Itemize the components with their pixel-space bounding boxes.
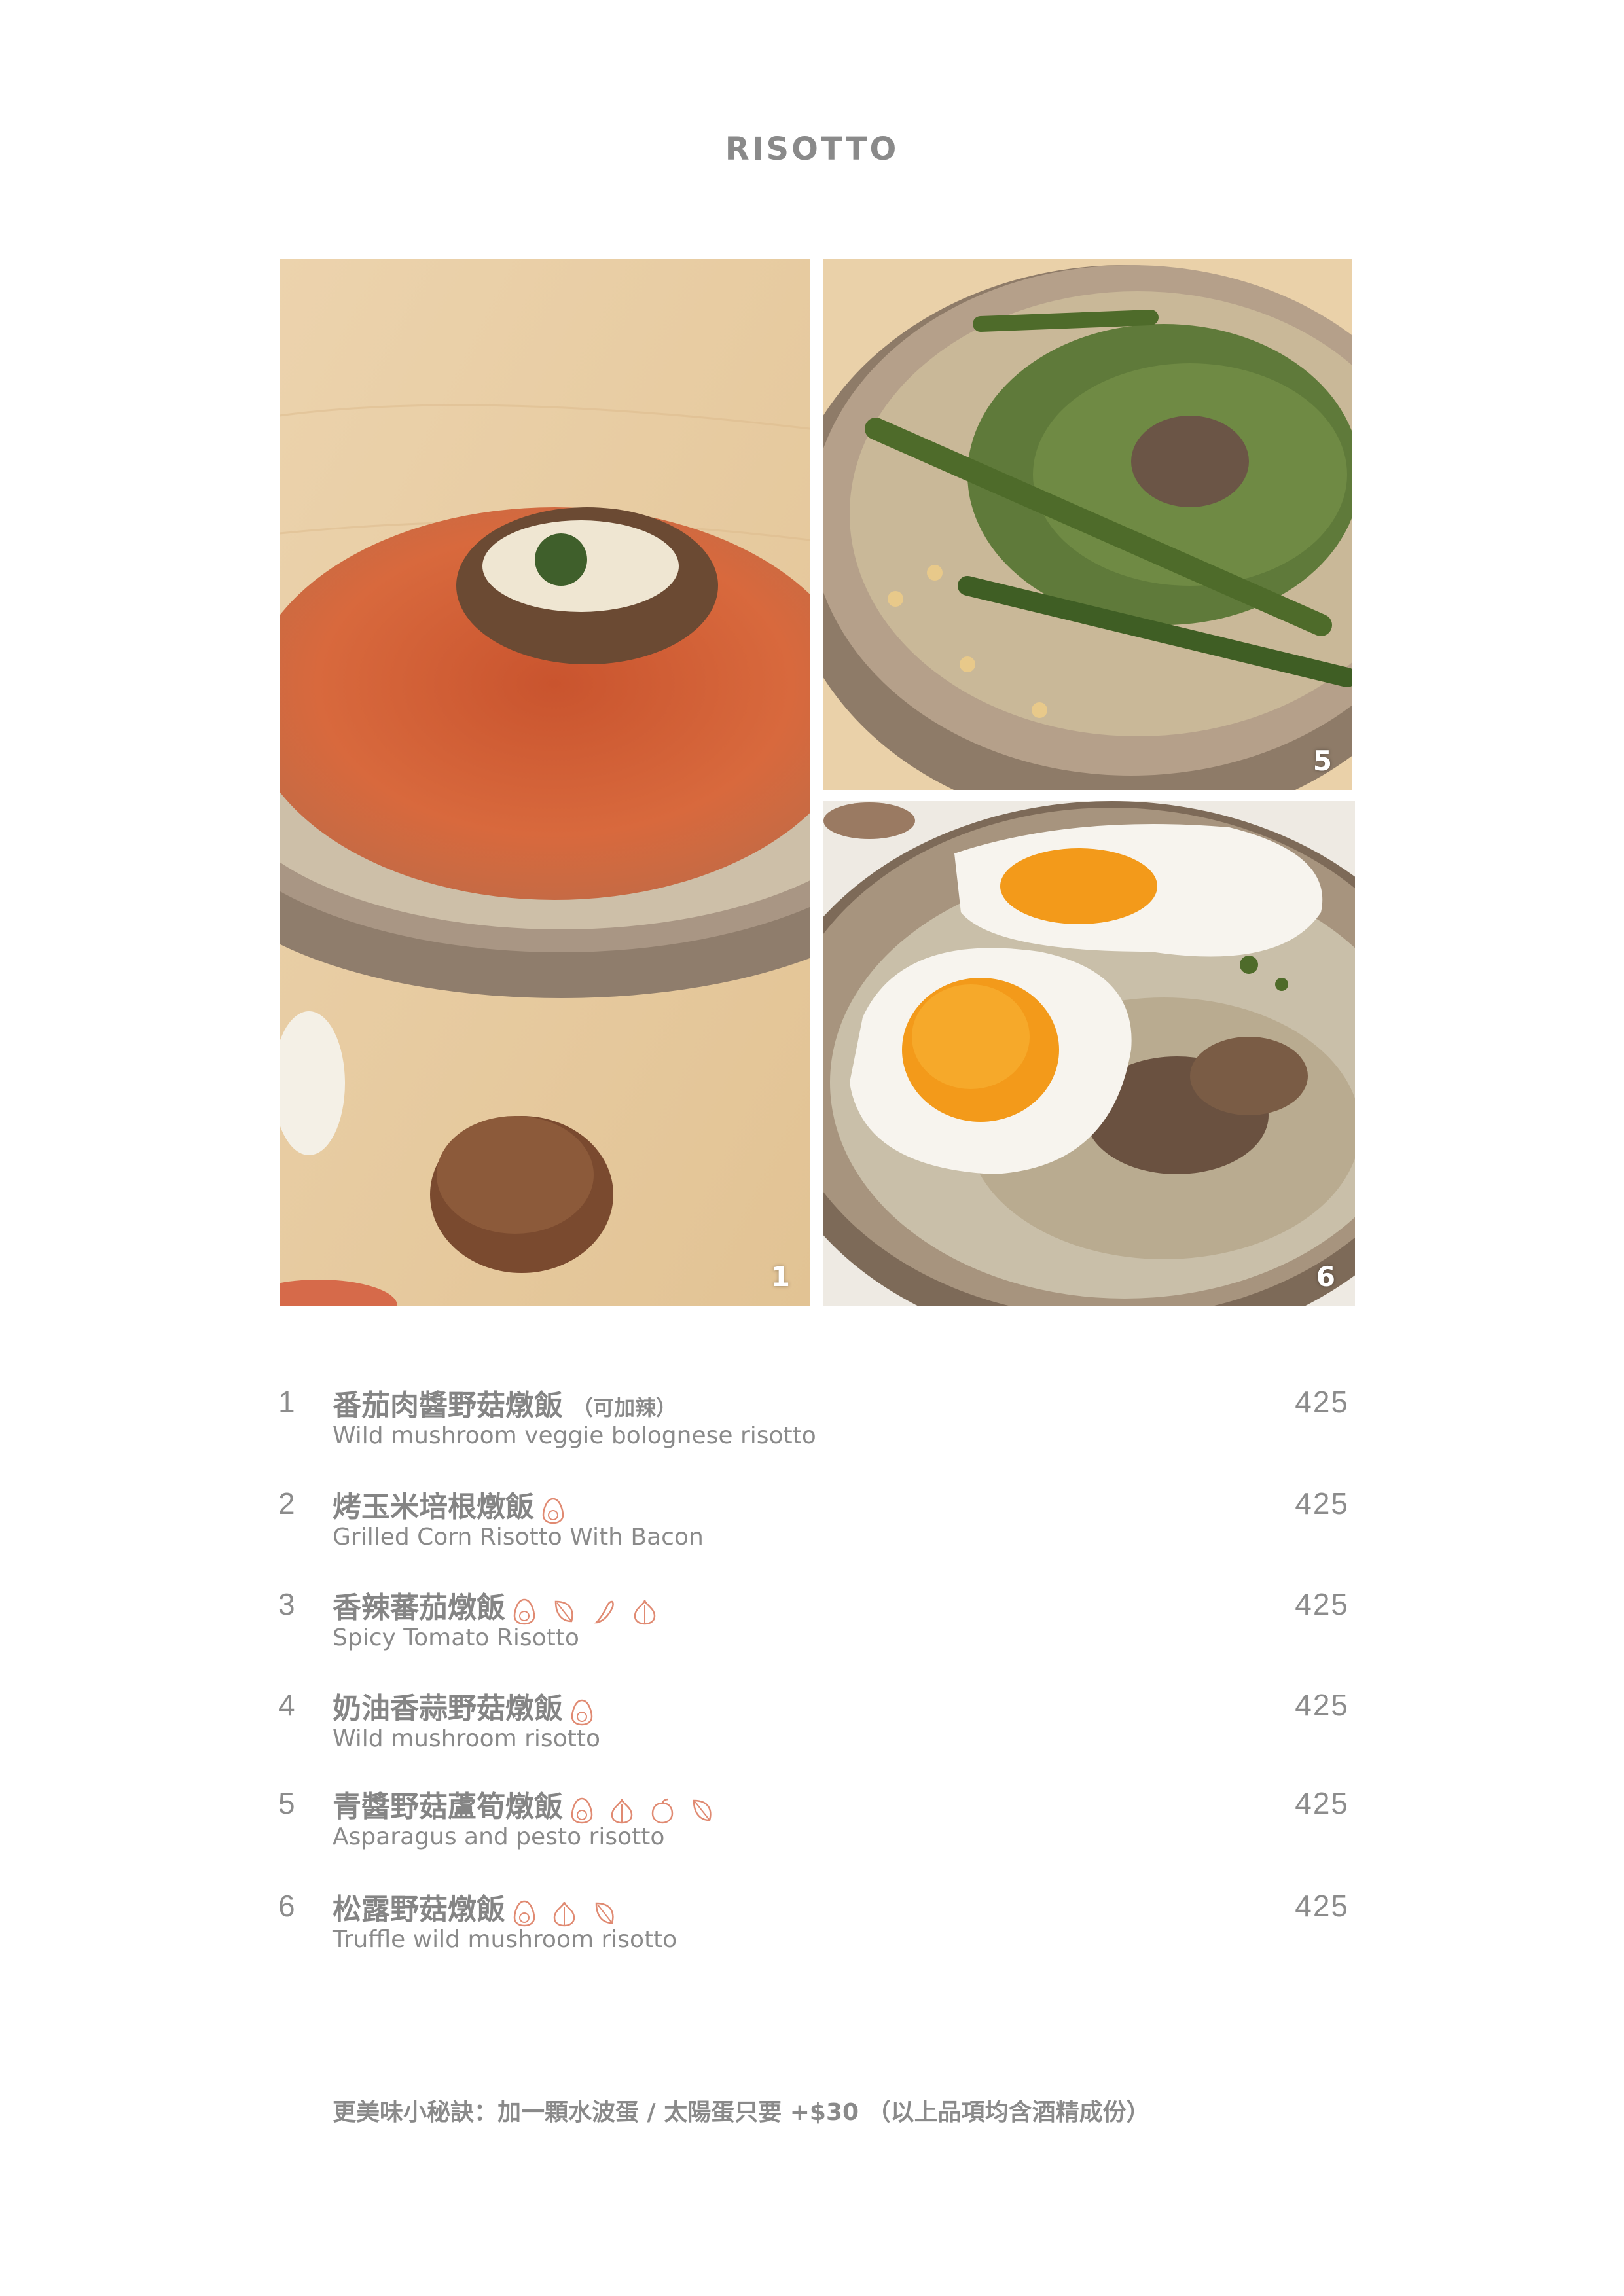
chili-icon: [594, 1600, 614, 1623]
dish-photo-6: 6: [823, 801, 1355, 1306]
item-name-zh-text: 青醬野菇蘆筍燉飯: [333, 1790, 563, 1823]
egg-icon: [571, 1797, 593, 1823]
item-price: 425: [1295, 1486, 1349, 1520]
item-name-zh-text: 奶油香蒜野菇燉飯: [333, 1692, 563, 1725]
item-price: 425: [1295, 1786, 1349, 1820]
item-name-en: Grilled Corn Risotto With Bacon: [333, 1524, 704, 1551]
item-name-zh-text: 香辣蕃茄燉飯: [333, 1591, 505, 1624]
item-number: 4: [278, 1688, 295, 1722]
allergen-icons: [569, 1792, 720, 1825]
item-name-zh-text: 番茄肉醬野菇燉飯: [333, 1389, 563, 1422]
item-name-zh-text: 松露野菇燉飯: [333, 1893, 505, 1926]
onion-icon: [634, 1600, 656, 1624]
item-number: 1: [278, 1385, 295, 1419]
allergen-icons: [569, 1694, 600, 1727]
item-number: 5: [278, 1786, 295, 1820]
item-price: 425: [1295, 1889, 1349, 1923]
allergen-icons: [512, 1593, 662, 1626]
dish-photo-1: 1: [280, 259, 810, 1306]
item-price: 425: [1295, 1587, 1349, 1621]
menu-item-2: 2 烤玉米培根燉飯 Grilled Corn Risotto With Baco…: [0, 1486, 1624, 1571]
item-name-en: Asparagus and pesto risotto: [333, 1823, 665, 1850]
photo-number-1: 1: [770, 1261, 790, 1293]
onion-icon: [554, 1901, 575, 1926]
item-number: 3: [278, 1587, 295, 1621]
photo-number-5: 5: [1312, 745, 1332, 777]
item-name-en: Truffle wild mushroom risotto: [333, 1926, 677, 1953]
item-name-zh-text: 烤玉米培根燉飯: [333, 1490, 534, 1524]
menu-item-6: 6 松露野菇燉飯 Truffle wild mushroom risotto 4…: [0, 1888, 1624, 1973]
item-name-zh: 番茄肉醬野菇燉飯 （可加辣）: [333, 1382, 677, 1424]
item-note: （可加辣）: [572, 1395, 677, 1420]
footer-note: 更美味小秘訣：加一顆水波蛋 / 太陽蛋只要 +$30 （以上品項均含酒精成份）: [333, 2099, 1150, 2126]
leaf-icon: [693, 1799, 712, 1821]
egg-icon: [513, 1598, 535, 1624]
menu-item-4: 4 奶油香蒜野菇燉飯 Wild mushroom risotto 425: [0, 1687, 1624, 1772]
item-name-zh: 青醬野菇蘆筍燉飯: [333, 1783, 720, 1825]
item-name-zh: 香辣蕃茄燉飯: [333, 1584, 662, 1626]
menu-item-5: 5 青醬野菇蘆筍燉飯 Asparagus and pesto risotto 4…: [0, 1785, 1624, 1871]
egg-icon: [542, 1498, 564, 1524]
leaf-icon: [595, 1902, 614, 1924]
allergen-icons: [512, 1895, 623, 1928]
item-name-en: Spicy Tomato Risotto: [333, 1624, 579, 1651]
page-title: RISOTTO: [725, 131, 899, 168]
item-name-en: Wild mushroom veggie bolognese risotto: [333, 1422, 816, 1449]
menu-item-3: 3 香辣蕃茄燉飯 Spicy Tomato Risotto 425: [0, 1587, 1624, 1672]
onion-icon: [611, 1799, 633, 1823]
photo-number-6: 6: [1316, 1261, 1335, 1293]
item-name-zh: 烤玉米培根燉飯: [333, 1483, 571, 1526]
dish-photo-5: 5: [823, 259, 1352, 790]
item-number: 6: [278, 1889, 295, 1923]
egg-icon: [513, 1900, 535, 1926]
item-name-zh: 奶油香蒜野菇燉飯: [333, 1685, 600, 1727]
allergen-icons: [541, 1492, 571, 1526]
item-number: 2: [278, 1486, 295, 1520]
leaf-icon: [555, 1600, 573, 1622]
menu-item-1: 1 番茄肉醬野菇燉飯 （可加辣） Wild mushroom veggie bol…: [0, 1384, 1624, 1469]
egg-icon: [571, 1699, 593, 1725]
nut-icon: [651, 1798, 673, 1823]
item-name-zh: 松露野菇燉飯: [333, 1886, 623, 1928]
item-price: 425: [1295, 1688, 1349, 1722]
item-price: 425: [1295, 1385, 1349, 1419]
item-name-en: Wild mushroom risotto: [333, 1725, 600, 1752]
